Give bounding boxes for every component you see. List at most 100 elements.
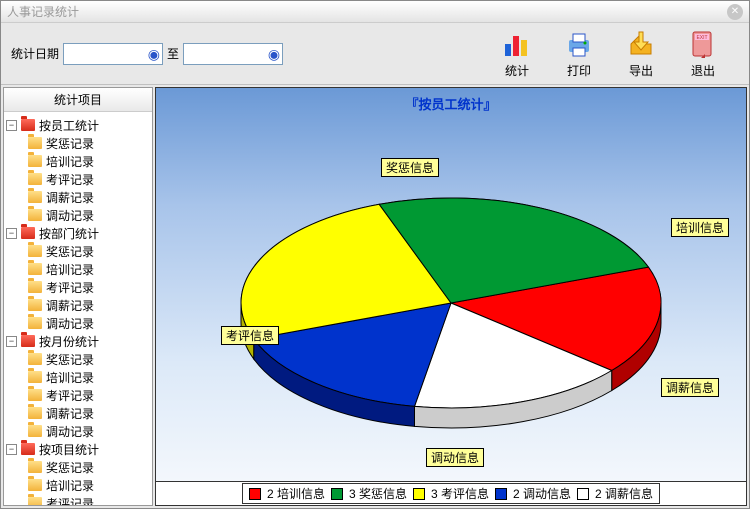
tree-collapse-icon[interactable]: − (6, 336, 17, 347)
legend-swatch (577, 488, 589, 500)
legend: 2 培训信息 3 奖惩信息 3 考评信息 2 调动信息 2 调薪信息 (155, 482, 747, 506)
tree-item-label: 考评记录 (46, 171, 94, 188)
content: 『按员工统计』 (155, 87, 747, 506)
tree-group-label: 按月份统计 (39, 333, 99, 350)
tree-collapse-icon[interactable]: − (6, 444, 17, 455)
export-button[interactable]: 导出 (625, 28, 657, 79)
tree-group-label: 按项目统计 (39, 441, 99, 458)
folder-yellow-icon (28, 425, 42, 437)
tree-item-label: 培训记录 (46, 477, 94, 494)
print-button[interactable]: 打印 (563, 28, 595, 79)
tree-item[interactable]: 调薪记录 (28, 296, 150, 314)
folder-yellow-icon (28, 407, 42, 419)
tree-item[interactable]: 培训记录 (28, 476, 150, 494)
tree-item-label: 培训记录 (46, 369, 94, 386)
pie-svg (211, 148, 691, 478)
folder-yellow-icon (28, 245, 42, 257)
svg-text:EXIT: EXIT (696, 35, 707, 41)
tree: −按员工统计奖惩记录培训记录考评记录调薪记录调动记录−按部门统计奖惩记录培训记录… (4, 112, 152, 506)
tree-item[interactable]: 培训记录 (28, 368, 150, 386)
pie-label-transfer: 调动信息 (426, 448, 484, 467)
legend-text: 2 培训信息 (267, 485, 325, 502)
folder-yellow-icon (28, 209, 42, 221)
exit-button[interactable]: EXIT 退出 (687, 28, 719, 79)
tree-item-label: 考评记录 (46, 387, 94, 404)
tree-item[interactable]: 培训记录 (28, 260, 150, 278)
folder-yellow-icon (28, 497, 42, 506)
date-from-input[interactable]: ◉ (63, 43, 163, 65)
tree-group-row[interactable]: − 按月份统计 (6, 332, 150, 350)
tree-item[interactable]: 考评记录 (28, 494, 150, 506)
tree-item-label: 调动记录 (46, 423, 94, 440)
tree-item-label: 调动记录 (46, 207, 94, 224)
folder-yellow-icon (28, 389, 42, 401)
stats-button[interactable]: 统计 (501, 28, 533, 79)
tree-group-label: 按部门统计 (39, 225, 99, 242)
legend-swatch (249, 488, 261, 500)
date-to-input[interactable]: ◉ (183, 43, 283, 65)
pie-label-training: 培训信息 (671, 218, 729, 237)
tree-collapse-icon[interactable]: − (6, 228, 17, 239)
main: 统计项目 −按员工统计奖惩记录培训记录考评记录调薪记录调动记录−按部门统计奖惩记… (1, 85, 749, 508)
tree-item-label: 奖惩记录 (46, 135, 94, 152)
tree-item[interactable]: 考评记录 (28, 278, 150, 296)
tree-item[interactable]: 奖惩记录 (28, 458, 150, 476)
tree-group-row[interactable]: − 按员工统计 (6, 116, 150, 134)
chart-title: 『按员工统计』 (156, 94, 746, 113)
tree-item[interactable]: 调动记录 (28, 206, 150, 224)
folder-red-icon (21, 335, 35, 347)
folder-yellow-icon (28, 173, 42, 185)
pie-label-reward: 奖惩信息 (381, 158, 439, 177)
folder-yellow-icon (28, 353, 42, 365)
tree-group-label: 按员工统计 (39, 117, 99, 134)
pie-chart: 奖惩信息 培训信息 考评信息 调动信息 调薪信息 (211, 148, 691, 478)
folder-yellow-icon (28, 155, 42, 167)
folder-red-icon (21, 227, 35, 239)
legend-text: 2 调薪信息 (595, 485, 653, 502)
folder-yellow-icon (28, 263, 42, 275)
tree-item[interactable]: 考评记录 (28, 386, 150, 404)
folder-yellow-icon (28, 371, 42, 383)
tree-item-label: 奖惩记录 (46, 351, 94, 368)
tree-item[interactable]: 调薪记录 (28, 188, 150, 206)
legend-text: 2 调动信息 (513, 485, 571, 502)
folder-yellow-icon (28, 461, 42, 473)
print-icon (563, 28, 595, 60)
folder-red-icon (21, 119, 35, 131)
legend-text: 3 奖惩信息 (349, 485, 407, 502)
legend-text: 3 考评信息 (431, 485, 489, 502)
tree-item[interactable]: 调薪记录 (28, 404, 150, 422)
tree-item[interactable]: 调动记录 (28, 422, 150, 440)
tree-item[interactable]: 奖惩记录 (28, 242, 150, 260)
folder-red-icon (21, 443, 35, 455)
app-window: { "window": { "title": "人事记录统计" }, "tool… (0, 0, 750, 509)
legend-swatch (413, 488, 425, 500)
legend-swatch (331, 488, 343, 500)
tree-item[interactable]: 调动记录 (28, 314, 150, 332)
sidebar-header: 统计项目 (4, 88, 152, 112)
tree-item[interactable]: 培训记录 (28, 152, 150, 170)
close-icon[interactable]: ✕ (727, 4, 743, 20)
pie-label-review: 考评信息 (221, 326, 279, 345)
folder-yellow-icon (28, 299, 42, 311)
date-range: 统计日期 ◉ 至 ◉ (11, 43, 283, 65)
tree-group-row[interactable]: − 按项目统计 (6, 440, 150, 458)
tree-group-row[interactable]: − 按部门统计 (6, 224, 150, 242)
tree-item-label: 奖惩记录 (46, 243, 94, 260)
tree-item-label: 调动记录 (46, 315, 94, 332)
toolbar: 统计日期 ◉ 至 ◉ 统计 打印 (1, 23, 749, 85)
spinner-icon[interactable]: ◉ (148, 47, 160, 61)
tree-item[interactable]: 奖惩记录 (28, 350, 150, 368)
tree-item-label: 调薪记录 (46, 405, 94, 422)
tree-item-label: 培训记录 (46, 261, 94, 278)
tree-item[interactable]: 奖惩记录 (28, 134, 150, 152)
tree-item-label: 调薪记录 (46, 189, 94, 206)
legend-swatch (495, 488, 507, 500)
folder-yellow-icon (28, 281, 42, 293)
window-title: 人事记录统计 (7, 3, 79, 20)
spinner-icon[interactable]: ◉ (268, 47, 280, 61)
tree-collapse-icon[interactable]: − (6, 120, 17, 131)
tree-item[interactable]: 考评记录 (28, 170, 150, 188)
tree-item-label: 考评记录 (46, 495, 94, 507)
chart-panel: 『按员工统计』 (155, 87, 747, 482)
